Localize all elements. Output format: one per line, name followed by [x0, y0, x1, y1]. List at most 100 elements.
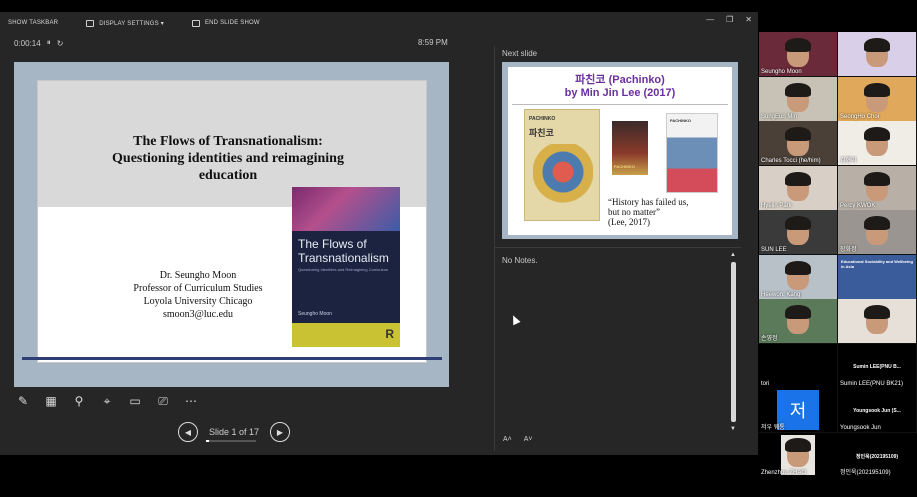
- participant-hair: [864, 216, 890, 230]
- next-slide-rule: [512, 104, 728, 105]
- participant-tile[interactable]: 김현미: [838, 121, 916, 165]
- participant-tile[interactable]: SungEun Min: [759, 76, 837, 121]
- elapsed-timer: 0:00:14 ⏸ ↻: [14, 38, 63, 48]
- close-icon[interactable]: ✕: [745, 15, 752, 24]
- screen: SHOW TASKBAR DISPLAY SETTINGS ▾ END SLID…: [0, 0, 917, 497]
- end-show-icon: [191, 19, 200, 27]
- display-settings-label: DISPLAY SETTINGS ▾: [99, 20, 164, 27]
- show-taskbar-label: SHOW TASKBAR: [8, 20, 59, 26]
- next-slide-preview[interactable]: 파친코 (Pachinko) by Min Jin Lee (2017) PAC…: [508, 67, 732, 235]
- scroll-up-icon[interactable]: ▲: [730, 252, 736, 258]
- participant-name: 김현미: [840, 158, 857, 164]
- see-all-slides-icon[interactable]: ▦: [42, 392, 60, 410]
- participant-display-name: Youngsook Jun (S...: [853, 408, 901, 414]
- increase-font-icon[interactable]: A˄: [503, 436, 512, 443]
- participant-tile[interactable]: 손영정: [759, 299, 837, 343]
- cover1-title: PACHINKO: [529, 116, 556, 122]
- book-cover-art: [292, 187, 400, 231]
- next-slide-button[interactable]: ▶: [270, 422, 290, 442]
- black-screen-icon[interactable]: ▭: [126, 392, 144, 410]
- participant-tile[interactable]: [838, 32, 916, 76]
- participant-tile[interactable]: Sumin LEE(PNU B... Sumin LEE(PNU BK21): [838, 343, 916, 388]
- participant-name: tori: [761, 380, 770, 387]
- quote-line-3: (Lee, 2017): [608, 217, 650, 227]
- participant-hair: [785, 437, 811, 452]
- speaker-notes[interactable]: No Notes.: [495, 247, 741, 433]
- cover3-label: PACHINKO: [670, 118, 692, 123]
- title-line-1: The Flows of Transnationalism:: [133, 134, 323, 149]
- next-slide-title: 파친코 (Pachinko) by Min Jin Lee (2017): [508, 74, 732, 100]
- more-options-icon[interactable]: ⋯: [182, 392, 200, 410]
- slide-counter-label: Slide 1 of 17: [208, 427, 260, 437]
- author-title: Professor of Curriculum Studies: [133, 283, 263, 294]
- current-slide[interactable]: The Flows of Transnationalism: Questioni…: [37, 80, 427, 363]
- participant-name: Heewon. Kang: [761, 291, 801, 298]
- participant-tile[interactable]: tori: [759, 343, 837, 388]
- minimize-icon[interactable]: —: [706, 15, 714, 24]
- participant-tile[interactable]: 장화정: [838, 210, 916, 254]
- participant-tile[interactable]: Youngsook Jun (S... Youngsook Jun: [838, 388, 916, 432]
- participant-tile[interactable]: Seungho Moon: [759, 32, 837, 76]
- presenter-view: SHOW TASKBAR DISPLAY SETTINGS ▾ END SLID…: [0, 12, 758, 455]
- zoom-icon[interactable]: ⚲: [70, 392, 88, 410]
- participant-hair: [785, 171, 811, 186]
- slide-rule: [22, 357, 442, 360]
- decrease-font-icon[interactable]: A˅: [524, 436, 533, 443]
- participant-name: 손영정: [761, 336, 778, 342]
- participant-hair: [864, 38, 890, 52]
- display-settings-button[interactable]: DISPLAY SETTINGS ▾: [86, 19, 164, 27]
- participant-tile[interactable]: Heewon. Kang: [759, 254, 837, 299]
- cover1-art: [533, 144, 593, 214]
- participant-hair: [864, 171, 890, 186]
- next-title-line-2: by Min Jin Lee (2017): [564, 87, 676, 99]
- participant-hair: [785, 216, 811, 230]
- scroll-down-icon[interactable]: ▼: [730, 426, 736, 432]
- participant-tile[interactable]: Charles Tocci (he/him): [759, 121, 837, 165]
- slide-counter[interactable]: Slide 1 of 17: [206, 427, 262, 442]
- pen-icon[interactable]: ✎: [14, 392, 32, 410]
- previous-slide-button[interactable]: ◀: [178, 422, 198, 442]
- pachinko-cover-korean: PACHINKO 파친코: [524, 109, 600, 221]
- participant-hair: [785, 82, 811, 97]
- author-name: Dr. Seungho Moon: [159, 270, 237, 281]
- notes-scrollbar[interactable]: ▲ ▼: [729, 252, 738, 432]
- end-slide-show-button[interactable]: END SLIDE SHOW: [191, 19, 260, 27]
- participant-tile[interactable]: Percy KWOK: [838, 165, 916, 210]
- participant-name: Zhenzhou ZHAO: [761, 469, 807, 476]
- participant-tile[interactable]: 저 저우 웨통: [759, 388, 837, 432]
- notes-font-controls: A˄ A˅: [503, 436, 533, 443]
- restore-icon[interactable]: ❐: [726, 15, 733, 24]
- participant-tile[interactable]: SUN LEE: [759, 210, 837, 254]
- publisher-logo: R: [385, 327, 394, 341]
- presenter-toolbar: SHOW TASKBAR DISPLAY SETTINGS ▾ END SLID…: [0, 12, 758, 34]
- show-taskbar-button[interactable]: SHOW TASKBAR: [8, 20, 58, 26]
- pointer-icon[interactable]: ⌖: [98, 392, 116, 410]
- participant-name: SungEun Min: [761, 113, 798, 120]
- participant-tile[interactable]: 정인욱(202195109) 정인욱(202195109): [838, 432, 916, 477]
- participant-name: Youngsook Jun: [840, 425, 881, 431]
- slide-progress-fill: [206, 440, 209, 442]
- participant-tile[interactable]: Zhenzhou ZHAO: [759, 432, 837, 477]
- participant-hair: [785, 305, 811, 319]
- webinar-share-text: Educational Sociability and Wellbeing in…: [841, 258, 913, 269]
- participant-name: Seungho Moon: [761, 69, 802, 75]
- reset-timer-icon[interactable]: ↻: [57, 39, 64, 48]
- participant-tile[interactable]: Educational Sociability and Wellbeing in…: [838, 254, 916, 299]
- camera-icon[interactable]: ⎚: [154, 392, 172, 410]
- next-title-line-1: 파친코 (Pachinko): [575, 74, 665, 86]
- author-email: smoon3@luc.edu: [162, 309, 234, 320]
- pause-timer-icon[interactable]: ⏸: [47, 38, 51, 48]
- pachinko-quote: “History has failed us, but no matter” (…: [608, 197, 728, 227]
- participant-tile[interactable]: SeongHo Choi: [838, 76, 916, 121]
- book-subtitle: Questioning Identities and Reimagining C…: [298, 267, 389, 272]
- slide-title: The Flows of Transnationalism: Questioni…: [68, 133, 388, 184]
- scroll-thumb[interactable]: [731, 262, 736, 422]
- participant-tile[interactable]: Hyelin Park: [759, 165, 837, 210]
- video-gallery: Seungho Moon SungEun Min SeongHo Choi Charl…: [759, 32, 917, 477]
- participant-hair: [785, 260, 811, 275]
- monitor-icon: [86, 19, 95, 27]
- participant-name: SeongHo Choi: [840, 113, 880, 120]
- participant-name: Sumin LEE(PNU BK21): [840, 380, 904, 387]
- presenter-tools: ✎ ▦ ⚲ ⌖ ▭ ⎚ ⋯: [14, 392, 200, 410]
- participant-tile[interactable]: [838, 299, 916, 343]
